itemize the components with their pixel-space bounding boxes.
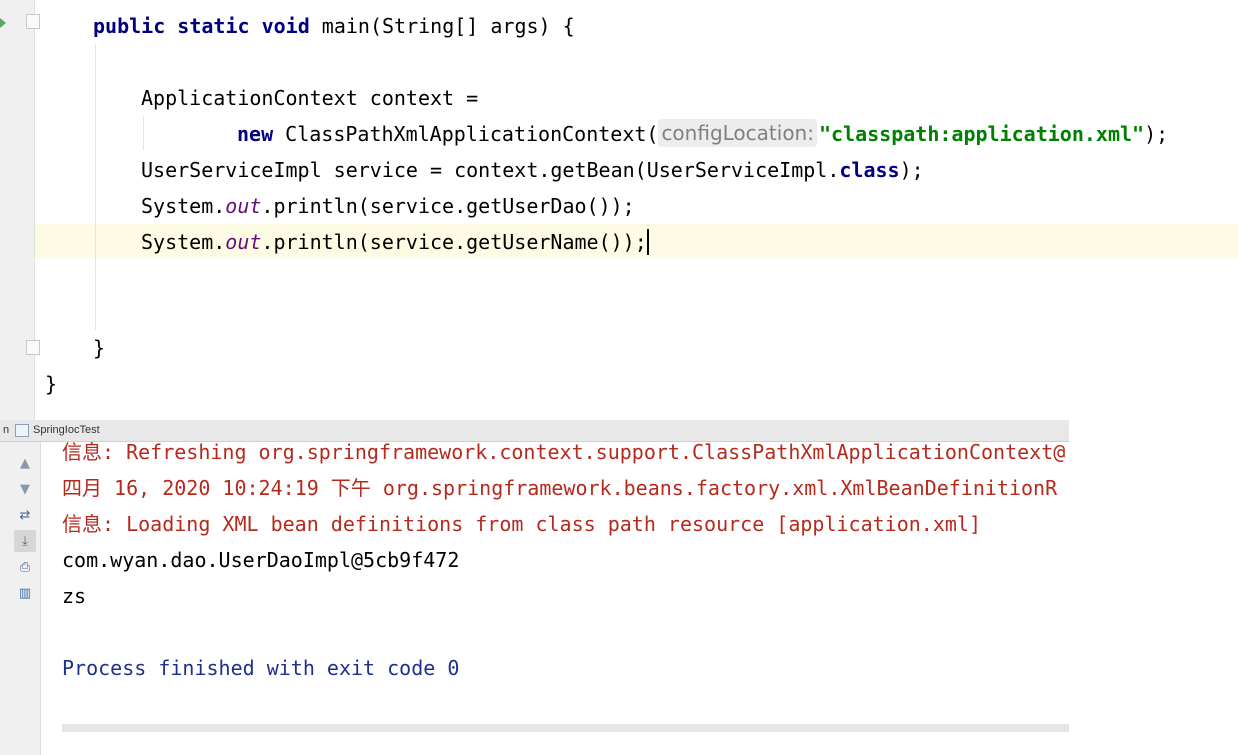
print-icon[interactable]: ⎙ bbox=[14, 556, 36, 578]
code-line-close-class[interactable]: } bbox=[45, 366, 57, 402]
code-line-main-signature[interactable]: public static void main(String[] args) { bbox=[93, 8, 575, 44]
code-text: main(String[] args) { bbox=[309, 14, 575, 38]
console-line: zs bbox=[62, 584, 87, 608]
keyword: class bbox=[839, 158, 900, 182]
keyword: new bbox=[237, 122, 274, 146]
run-gutter-icon[interactable] bbox=[0, 18, 6, 28]
code-text: ); bbox=[899, 158, 924, 182]
text-caret bbox=[646, 229, 649, 255]
soft-wrap-icon[interactable]: ⇄ bbox=[14, 504, 36, 526]
console-line-exit: Process finished with exit code 0 bbox=[62, 656, 460, 680]
indent-guide bbox=[95, 44, 96, 330]
parameter-hint: configLocation: bbox=[658, 119, 817, 147]
scroll-to-end-icon[interactable]: ⤓ bbox=[14, 530, 36, 552]
code-text: System. bbox=[141, 194, 226, 218]
code-line-print-dao[interactable]: System.out.println(service.getUserDao())… bbox=[141, 188, 635, 224]
console-line: 四月 16, 2020 10:24:19 下午 org.springframew… bbox=[62, 476, 1058, 500]
run-tab-prefix: n bbox=[3, 424, 10, 436]
code-text: UserServiceImpl service = context.getBea… bbox=[141, 158, 840, 182]
fold-end-icon[interactable] bbox=[26, 340, 40, 355]
code-line-context-new[interactable]: new ClassPathXmlApplicationContext(confi… bbox=[237, 116, 1168, 152]
code-line-close-method[interactable]: } bbox=[93, 330, 105, 366]
string-literal: "classpath:application.xml" bbox=[818, 122, 1145, 146]
console-line: 信息: Refreshing org.springframework.conte… bbox=[62, 440, 1066, 464]
run-config-icon bbox=[15, 424, 29, 437]
code-text: System. bbox=[141, 230, 226, 254]
code-line-get-bean[interactable]: UserServiceImpl service = context.getBea… bbox=[141, 152, 924, 188]
run-toolbar: ▲ ▼ ⇄ ⤓ ⎙ ▥ bbox=[0, 442, 41, 755]
indent-guide bbox=[143, 116, 144, 150]
code-line-print-name[interactable]: System.out.println(service.getUserName()… bbox=[141, 224, 649, 260]
code-text: ); bbox=[1144, 122, 1169, 146]
code-editor[interactable]: public static void main(String[] args) {… bbox=[0, 0, 1238, 420]
console-line: com.wyan.dao.UserDaoImpl@5cb9f472 bbox=[62, 548, 460, 572]
static-field: out bbox=[225, 194, 262, 218]
run-tool-window: n SpringIocTest ▲ ▼ ⇄ ⤓ ⎙ ▥ 信息: Refreshi… bbox=[0, 420, 1238, 755]
horizontal-scrollbar[interactable] bbox=[62, 724, 1069, 732]
static-field: out bbox=[225, 230, 262, 254]
arrow-up-icon[interactable]: ▲ bbox=[14, 452, 36, 474]
trash-icon[interactable]: ▥ bbox=[14, 582, 36, 604]
code-text: ClassPathXmlApplicationContext( bbox=[273, 122, 659, 146]
fold-marker-icon[interactable] bbox=[26, 14, 40, 29]
code-text: .println(service.getUserName()); bbox=[261, 230, 647, 254]
arrow-down-icon[interactable]: ▼ bbox=[14, 478, 36, 500]
code-text: .println(service.getUserDao()); bbox=[261, 194, 635, 218]
editor-gutter[interactable] bbox=[0, 0, 40, 420]
code-line-context-decl[interactable]: ApplicationContext context = bbox=[141, 80, 478, 116]
keyword: public static void bbox=[93, 14, 310, 38]
console-line: 信息: Loading XML bean definitions from cl… bbox=[62, 512, 981, 536]
